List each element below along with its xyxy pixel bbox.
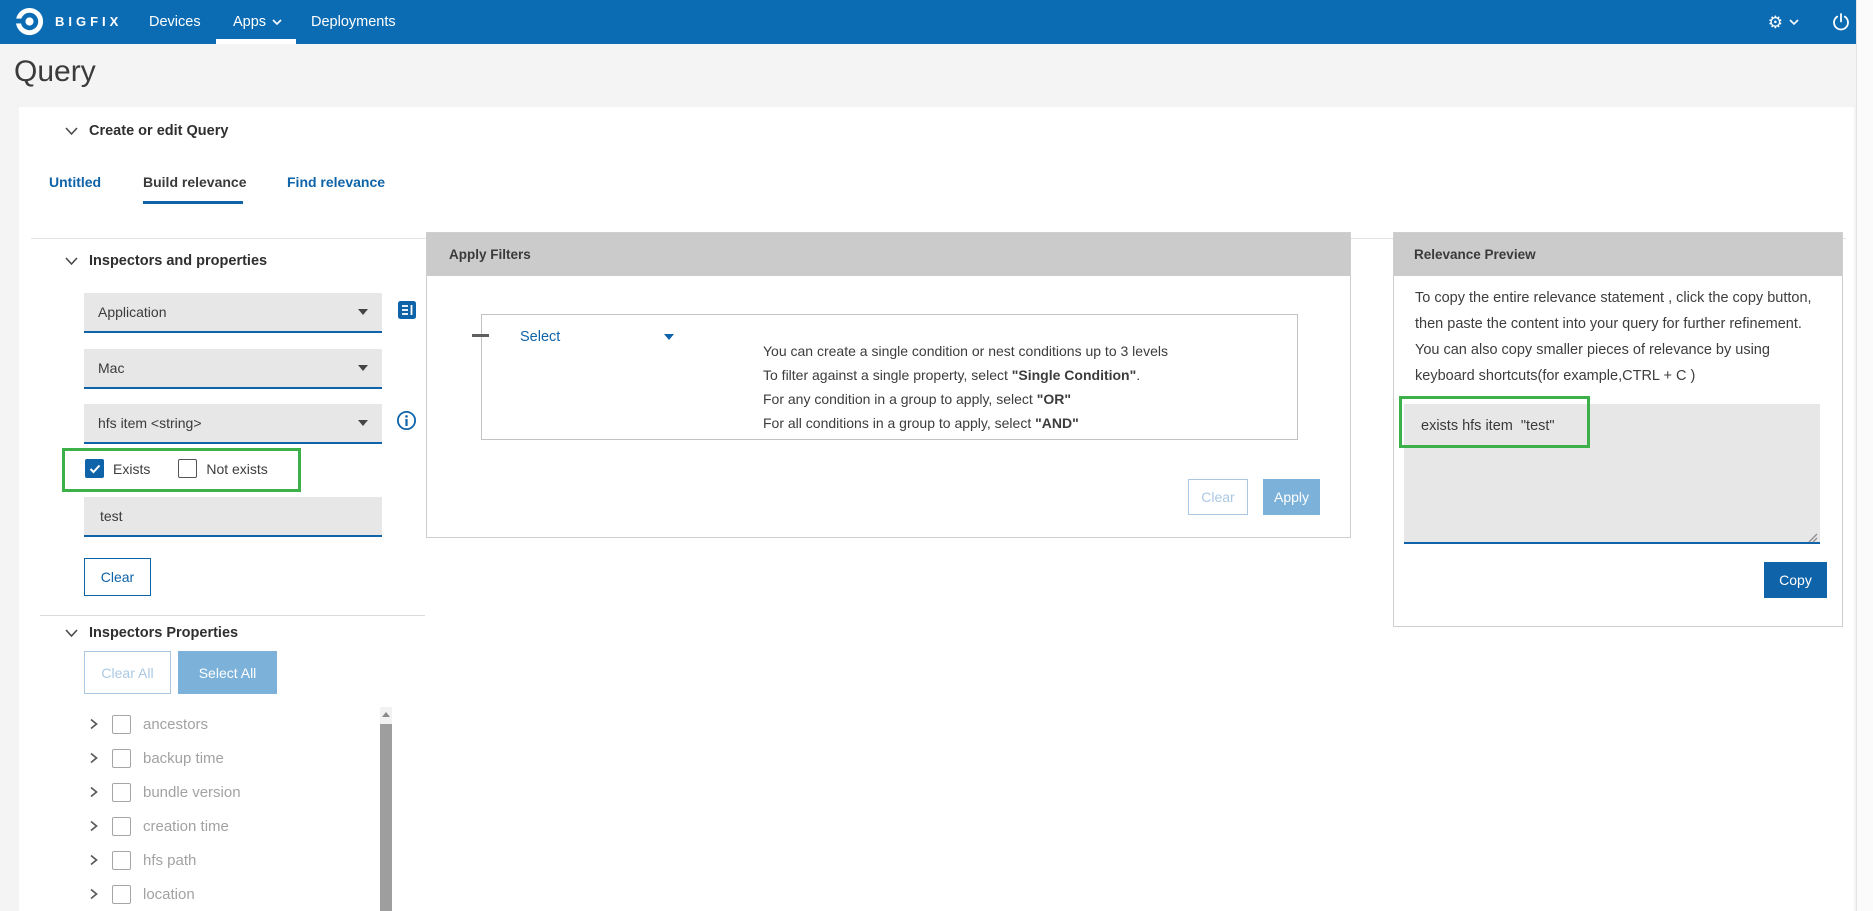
nav-item-devices[interactable]: Devices bbox=[149, 0, 201, 44]
bigfix-logo[interactable]: BIGFIX bbox=[14, 6, 122, 37]
tree-checkbox[interactable] bbox=[112, 783, 131, 802]
tree-item-bundle-version[interactable]: bundle version bbox=[87, 775, 241, 809]
filters-apply-button[interactable]: Apply bbox=[1263, 479, 1320, 515]
scroll-up-button[interactable] bbox=[380, 707, 392, 722]
chevron-down-icon bbox=[358, 420, 368, 426]
tree-item-creation-time[interactable]: creation time bbox=[87, 809, 229, 843]
tree-checkbox[interactable] bbox=[112, 715, 131, 734]
relevance-preview-textarea[interactable]: exists hfs item "test" bbox=[1404, 404, 1820, 544]
tree-checkbox[interactable] bbox=[112, 885, 131, 904]
tree-checkbox[interactable] bbox=[112, 851, 131, 870]
chevron-down-icon bbox=[272, 18, 282, 26]
inspectors-properties-toggle[interactable]: Inspectors Properties bbox=[64, 625, 238, 641]
gear-icon: ⚙ bbox=[1768, 14, 1783, 31]
instruction-line: To filter against a single property, sel… bbox=[763, 365, 1140, 385]
exists-checkbox[interactable] bbox=[85, 459, 104, 478]
top-navbar: BIGFIX Devices Apps Deployments ⚙ bbox=[0, 0, 1873, 44]
condition-select-dropdown[interactable]: Select bbox=[520, 329, 674, 345]
bigfix-logo-icon bbox=[14, 6, 45, 37]
chevron-right-icon[interactable] bbox=[87, 853, 100, 867]
power-icon[interactable] bbox=[1831, 12, 1851, 32]
inspector-type-dropdown[interactable]: Application bbox=[84, 293, 382, 333]
inspector-dropdown[interactable]: hfs item <string> bbox=[84, 404, 382, 444]
chevron-right-icon[interactable] bbox=[87, 751, 100, 765]
nav-item-apps[interactable]: Apps bbox=[233, 0, 282, 44]
chevron-right-icon[interactable] bbox=[87, 785, 100, 799]
value-input[interactable] bbox=[84, 497, 382, 537]
tab-find-relevance[interactable]: Find relevance bbox=[287, 174, 385, 190]
tree-checkbox[interactable] bbox=[112, 749, 131, 768]
chevron-down-icon bbox=[358, 365, 368, 371]
settings-menu[interactable]: ⚙ bbox=[1768, 14, 1799, 31]
chevron-right-icon[interactable] bbox=[87, 887, 100, 901]
copy-button[interactable]: Copy bbox=[1764, 562, 1827, 598]
not-exists-checkbox[interactable] bbox=[178, 459, 197, 478]
platform-dropdown[interactable]: Mac bbox=[84, 349, 382, 389]
info-icon[interactable] bbox=[396, 410, 417, 436]
inspectors-heading: Inspectors and properties bbox=[89, 253, 267, 269]
chevron-right-icon[interactable] bbox=[87, 819, 100, 833]
instruction-line: For all conditions in a group to apply, … bbox=[763, 413, 1079, 433]
filters-clear-button[interactable]: Clear bbox=[1188, 479, 1248, 515]
list-scrollbar[interactable] bbox=[380, 707, 392, 911]
tree-item-ancestors[interactable]: ancestors bbox=[87, 707, 208, 741]
chevron-down-icon bbox=[64, 627, 79, 639]
tab-build-relevance[interactable]: Build relevance bbox=[143, 174, 247, 190]
tree-item-location[interactable]: location bbox=[87, 877, 195, 911]
active-tab-indicator bbox=[143, 201, 243, 204]
query-card: Create or edit Query Untitled Build rele… bbox=[19, 107, 1854, 911]
chevron-down-icon bbox=[1789, 18, 1799, 26]
apply-filters-panel: Apply Filters Select You can create a si… bbox=[426, 232, 1351, 538]
tree-checkbox[interactable] bbox=[112, 817, 131, 836]
clear-all-button[interactable]: Clear All bbox=[84, 651, 171, 694]
not-exists-label: Not exists bbox=[206, 461, 267, 477]
apply-filters-header: Apply Filters bbox=[427, 233, 1350, 276]
create-or-edit-query-toggle[interactable]: Create or edit Query bbox=[64, 123, 228, 139]
properties-heading: Inspectors Properties bbox=[89, 625, 238, 641]
active-nav-indicator bbox=[216, 39, 296, 44]
catalog-icon[interactable] bbox=[396, 299, 418, 326]
page-title: Query bbox=[14, 55, 96, 89]
divider bbox=[40, 615, 425, 616]
exists-label: Exists bbox=[113, 461, 150, 477]
clear-button[interactable]: Clear bbox=[84, 558, 151, 596]
tree-item-backup-time[interactable]: backup time bbox=[87, 741, 224, 775]
section-title: Create or edit Query bbox=[89, 123, 228, 139]
chevron-down-icon bbox=[664, 334, 674, 340]
chevron-right-icon[interactable] bbox=[87, 717, 100, 731]
chevron-down-icon bbox=[64, 125, 79, 137]
tab-untitled[interactable]: Untitled bbox=[49, 174, 101, 190]
relevance-preview-panel: Relevance Preview To copy the entire rel… bbox=[1393, 232, 1843, 627]
select-all-button[interactable]: Select All bbox=[178, 651, 277, 694]
instruction-line: For any condition in a group to apply, s… bbox=[763, 389, 1071, 409]
instruction-line: You can create a single condition or nes… bbox=[763, 341, 1168, 361]
page-scrollbar[interactable] bbox=[1856, 0, 1873, 911]
scrollbar-thumb[interactable] bbox=[380, 724, 392, 911]
tree-item-hfs-path[interactable]: hfs path bbox=[87, 843, 196, 877]
tree-connector bbox=[472, 334, 489, 337]
brand-name: BIGFIX bbox=[55, 14, 122, 29]
chevron-down-icon bbox=[358, 309, 368, 315]
nav-item-deployments[interactable]: Deployments bbox=[311, 0, 396, 44]
relevance-preview-header: Relevance Preview bbox=[1394, 233, 1842, 276]
chevron-down-icon bbox=[64, 255, 79, 267]
inspectors-and-properties-toggle[interactable]: Inspectors and properties bbox=[64, 253, 267, 269]
relevance-description: To copy the entire relevance statement ,… bbox=[1415, 285, 1827, 389]
